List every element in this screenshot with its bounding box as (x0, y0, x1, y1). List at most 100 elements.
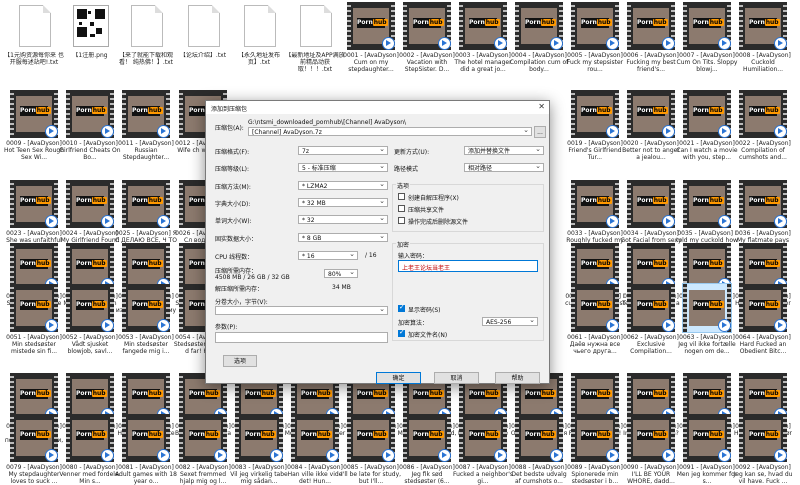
pornhub-logo: Pornhub (357, 389, 388, 399)
pathmode-combo[interactable]: 相对路径 (464, 163, 544, 172)
dialog-titlebar[interactable]: 添加到压缩包 ✕ (206, 101, 549, 114)
archive-name-combo[interactable]: [Channel] AvaDyson.7z (248, 127, 532, 136)
file-item[interactable]: Pornhub 0001 - [AvaDyson] Cum on my stepd… (343, 2, 399, 73)
close-icon[interactable]: ✕ (538, 102, 545, 111)
file-item[interactable]: Pornhub 0082 - [AvaDyson] Sexet fremmed h… (175, 414, 231, 485)
cpu-combo[interactable]: * 16 (298, 251, 358, 260)
file-item[interactable]: Pornhub 0007 - [AvaDyson] Cum On Tits. Sl… (677, 2, 737, 73)
params-input[interactable] (215, 332, 388, 343)
file-item[interactable]: Pornhub 0008 - [AvaDyson] Cuckold Humilia… (735, 2, 791, 73)
file-item[interactable]: Pornhub 0009 - [AvaDyson] Hot Teen Sex Ro… (4, 90, 64, 161)
file-item[interactable]: Pornhub 0083 - [AvaDyson] Vil jeg virkeli… (230, 414, 288, 485)
file-item[interactable]: 【来了就能下载和观看！ 纯热佛！】.txt (118, 2, 174, 66)
file-item[interactable]: Pornhub 0090 - [AvaDyson] I'LL BE YOUR WH… (623, 414, 679, 485)
show-password-label: 显示密码(S) (408, 307, 441, 314)
show-password-checkbox[interactable] (398, 303, 405, 312)
file-item[interactable]: Pornhub 0006 - [AvaDyson] Fucking my best… (623, 2, 679, 73)
encrypt-names-checkbox[interactable] (398, 328, 405, 337)
video-thumbnail: Pornhub (683, 414, 731, 462)
play-icon (774, 449, 787, 462)
file-item[interactable]: Pornhub 0089 - [AvaDyson] Spionerede min … (567, 414, 623, 485)
file-item[interactable]: Pornhub 0061 - [AvaDyson] Даёв нужна все … (567, 284, 623, 355)
file-item[interactable]: Pornhub 0011 - [AvaDyson] Russian Stepdau… (118, 90, 174, 161)
file-item[interactable]: Pornhub 0084 - [AvaDyson] Han ville ikke … (287, 414, 343, 485)
solid-combo[interactable]: * 8 GB (298, 233, 388, 242)
file-item[interactable]: Pornhub 0002 - [AvaDyson] Vacation with S… (399, 2, 455, 73)
file-item[interactable]: Pornhub 0005 - [AvaDyson] Fuck my stepsis… (567, 2, 623, 73)
file-item[interactable]: Pornhub 0025 - [AvaDyson] Я С ДЕЛАЮ ВСЕ, … (115, 180, 177, 251)
file-item[interactable]: Pornhub 0092 - [AvaDyson] Jeg kan se, hva… (734, 414, 792, 485)
play-icon (101, 215, 114, 228)
file-item[interactable]: Pornhub 0085 - [AvaDyson] I'll be late fo… (341, 414, 401, 485)
dict-combo[interactable]: * 32 MB (298, 198, 388, 207)
file-item[interactable]: Pornhub 0034 - [AvaDyson] Got Facial from… (620, 180, 682, 251)
file-item[interactable]: Pornhub 0051 - [AvaDyson] Min stedsøster … (6, 284, 62, 355)
browse-button[interactable]: ... (534, 126, 546, 138)
file-item[interactable]: Pornhub 0020 - [AvaDyson] Better not to a… (622, 90, 680, 161)
file-item[interactable]: Pornhub 0021 - [AvaDyson] Can I watch a m… (676, 90, 738, 161)
file-item[interactable]: Pornhub 0023 - [AvaDyson] She was unfaith… (6, 180, 62, 251)
file-item[interactable]: Pornhub 0079 - [AvaDyson] My stepdaughter… (6, 414, 62, 485)
file-item[interactable]: Pornhub 0086 - [AvaDyson] Jeg fik sød ste… (399, 414, 455, 485)
word-combo[interactable]: * 32 (298, 215, 388, 224)
pornhub-logo: Pornhub (637, 389, 668, 399)
ok-button[interactable]: 确定 (376, 372, 421, 384)
sfx-checkbox[interactable] (398, 193, 405, 200)
file-item[interactable]: Pornhub 0063 - [AvaDyson] Jeg vil ikke fo… (678, 283, 736, 355)
video-thumbnail: Pornhub (683, 2, 731, 50)
mem-decomp-label: 解压缩所需内存： (215, 286, 264, 293)
play-icon (45, 215, 58, 228)
file-item[interactable]: Pornhub 0019 - [AvaDyson] Friend's Girlfr… (567, 90, 623, 161)
file-item[interactable]: Pornhub 0081 - [AvaDyson] Adult games wit… (115, 414, 177, 485)
file-item[interactable]: Pornhub 0087 - [AvaDyson] Fucked a neighb… (453, 414, 513, 485)
file-item[interactable]: Pornhub 0088 - [AvaDyson] Det bedste udva… (511, 414, 567, 485)
play-icon (270, 449, 283, 462)
file-item[interactable]: Pornhub 0004 - [AvaDyson] Compilation cum… (510, 2, 568, 73)
archive-path: G:\ntsmi_downloaded_pornhub\[Channel] Av… (248, 119, 407, 126)
video-thumbnail: Pornhub (683, 180, 731, 228)
delete-checkbox[interactable] (398, 217, 405, 224)
file-item[interactable]: Pornhub 0022 - [AvaDyson] Compilation of … (735, 90, 791, 161)
file-item[interactable]: 【1元购资源每你来 也开服每述站吧!.txt (4, 2, 64, 66)
file-item[interactable]: Pornhub 0080 - [AvaDyson] Venner med ford… (59, 414, 121, 485)
method-combo[interactable]: * LZMA2 (298, 181, 388, 190)
file-item[interactable]: Pornhub 0091 - [AvaDyson] Men jeg kommer … (677, 414, 737, 485)
video-thumbnail: Pornhub (179, 414, 227, 462)
cancel-button[interactable]: 取消 (434, 372, 479, 384)
file-item[interactable]: Pornhub 0010 - [AvaDyson] Girlfriend Chea… (59, 90, 121, 161)
level-combo[interactable]: 5 - 标准压缩 (298, 163, 388, 172)
file-item[interactable]: 【永久地址发布页】.txt (231, 2, 287, 66)
file-item[interactable]: Pornhub 0064 - [AvaDyson] Hard Fucked an … (735, 284, 791, 355)
pornhub-logo: Pornhub (189, 430, 220, 440)
help-button[interactable]: 帮助 (495, 372, 540, 384)
file-item[interactable]: 【论坛介绍】.txt (175, 2, 231, 66)
file-item[interactable]: 【1注册.png (62, 2, 118, 66)
password-input[interactable]: 上老王论坛当老王 (398, 260, 538, 272)
pornhub-logo: Pornhub (413, 389, 444, 399)
file-item[interactable]: Pornhub 0035 - [AvaDyson] I told my cucko… (676, 180, 738, 251)
update-combo[interactable]: 添加并替换文件 (464, 146, 544, 155)
pornhub-logo: Pornhub (693, 430, 724, 440)
file-item[interactable]: Pornhub 0053 - [AvaDyson] Min stedsøster … (118, 284, 174, 355)
split-combo[interactable] (215, 306, 388, 315)
pornhub-logo: Pornhub (693, 106, 724, 116)
file-item[interactable]: Pornhub 0003 - [AvaDyson] The hotel manag… (454, 2, 512, 73)
file-item[interactable]: Pornhub 0024 - [AvaDyson] My Girlfriend F… (61, 180, 119, 251)
video-thumbnail: Pornhub (66, 414, 114, 462)
play-icon (214, 449, 227, 462)
file-name: 0001 - [AvaDyson] Cum on my stepdaughter… (343, 52, 399, 73)
video-thumbnail: Pornhub (627, 284, 675, 332)
options-button[interactable]: 选项 (223, 355, 257, 367)
pornhub-logo: Pornhub (189, 389, 220, 399)
file-item[interactable]: Pornhub 0062 - [AvaDyson] Exclusive Compi… (623, 284, 679, 355)
pornhub-logo: Pornhub (76, 259, 107, 269)
file-item[interactable]: Pornhub 0052 - [AvaDyson] Vådt sjusket bl… (62, 284, 118, 355)
pornhub-logo: Pornhub (525, 18, 556, 28)
file-item[interactable]: Pornhub 0036 - [AvaDyson] My flatmate pay… (735, 180, 791, 251)
enc-method-combo[interactable]: AES-256 (482, 317, 538, 326)
file-item[interactable]: Pornhub 0033 - [AvaDyson] Roughly fucked … (566, 180, 624, 251)
file-item[interactable]: 【最新地址及APP满放前精品动获取！！！.txt (285, 2, 345, 73)
mem-pct-combo[interactable]: 80% (324, 269, 358, 278)
shared-checkbox[interactable] (398, 205, 405, 212)
format-combo[interactable]: 7z (298, 146, 388, 155)
